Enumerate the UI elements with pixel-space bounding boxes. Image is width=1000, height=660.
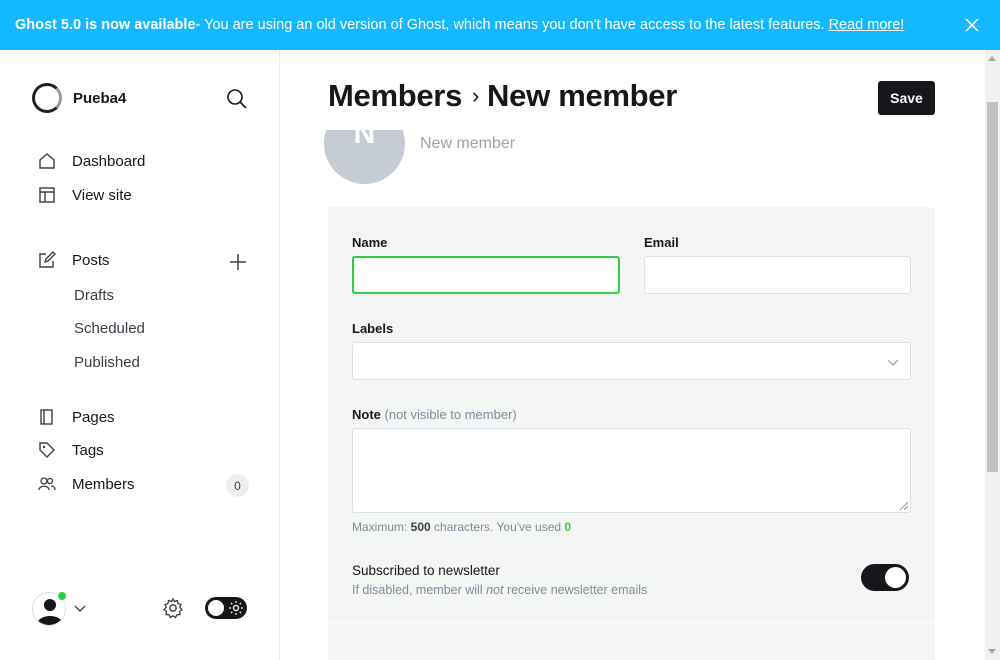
breadcrumb-current: New member bbox=[487, 78, 678, 113]
labels-label: Labels bbox=[352, 321, 394, 336]
tag-icon bbox=[39, 442, 55, 458]
member-display-name: New member bbox=[420, 135, 516, 152]
member-form: Name Email Labels Note (not visible to m… bbox=[328, 207, 935, 627]
scroll-up-arrow[interactable] bbox=[988, 56, 996, 61]
note-label: Note (not visible to member) bbox=[352, 407, 517, 422]
note-label-text: Note bbox=[352, 407, 381, 422]
sidebar-item-drafts[interactable]: Drafts bbox=[74, 287, 114, 304]
newsletter-desc-part1: If disabled, member will bbox=[352, 583, 487, 597]
labels-select[interactable] bbox=[352, 342, 911, 380]
members-count-badge: 0 bbox=[226, 474, 249, 497]
chevron-down-icon[interactable] bbox=[73, 601, 87, 615]
sidebar-item-label: Members bbox=[72, 475, 135, 493]
sidebar-item-members[interactable]: Members bbox=[38, 475, 135, 493]
name-label: Name bbox=[352, 235, 388, 250]
toggle-knob bbox=[208, 600, 224, 616]
newsletter-desc-emphasis: not bbox=[486, 583, 504, 597]
gear-icon[interactable] bbox=[162, 597, 184, 619]
site-brand[interactable]: Pueba4 bbox=[32, 83, 126, 113]
page-title: Members › New member bbox=[328, 78, 677, 114]
sidebar-item-label: Pages bbox=[72, 408, 115, 426]
dark-mode-toggle[interactable] bbox=[205, 597, 247, 619]
sidebar-item-label: Dashboard bbox=[72, 152, 146, 170]
scrollbar[interactable] bbox=[985, 50, 1000, 660]
sun-icon bbox=[229, 601, 243, 615]
note-textarea[interactable] bbox=[352, 428, 911, 513]
upgrade-banner: Ghost 5.0 is now available - You are usi… bbox=[0, 0, 1000, 50]
resize-handle-icon[interactable] bbox=[900, 502, 908, 510]
sidebar-item-posts[interactable]: Posts bbox=[38, 251, 110, 269]
banner-headline: Ghost 5.0 is now available bbox=[15, 17, 196, 33]
site-name: Pueba4 bbox=[73, 89, 127, 107]
newsletter-title: Subscribed to newsletter bbox=[352, 563, 500, 578]
members-icon bbox=[38, 477, 56, 491]
note-character-hint: Maximum: 500 characters. You've used 0 bbox=[352, 520, 571, 534]
toggle-knob bbox=[885, 567, 906, 588]
name-field[interactable] bbox=[352, 256, 620, 294]
hint-used: 0 bbox=[564, 520, 572, 534]
email-label: Email bbox=[644, 235, 679, 250]
scrollbar-thumb[interactable] bbox=[987, 102, 998, 472]
sidebar: Pueba4 Dashboard View site Posts Drafts … bbox=[0, 50, 280, 660]
sidebar-item-tags[interactable]: Tags bbox=[38, 441, 104, 459]
banner-message: - You are using an old version of Ghost,… bbox=[195, 17, 825, 33]
sidebar-item-published[interactable]: Published bbox=[74, 354, 140, 371]
newsletter-toggle[interactable] bbox=[861, 564, 909, 591]
edit-icon bbox=[39, 251, 56, 268]
main-content: N New member Members › New member Save N… bbox=[280, 50, 985, 660]
page-header: Members › New member Save bbox=[280, 50, 985, 130]
scroll-down-arrow[interactable] bbox=[988, 649, 996, 654]
newsletter-description: If disabled, member will not receive new… bbox=[352, 583, 647, 597]
sidebar-item-view-site[interactable]: View site bbox=[38, 186, 132, 204]
hint-prefix: Maximum: bbox=[352, 520, 411, 534]
sidebar-item-label: Tags bbox=[72, 441, 104, 459]
hint-max: 500 bbox=[410, 520, 431, 534]
home-icon bbox=[39, 153, 55, 169]
breadcrumb-separator: › bbox=[472, 83, 480, 108]
chevron-down-icon bbox=[887, 359, 899, 366]
save-button[interactable]: Save bbox=[878, 81, 935, 115]
layout-icon bbox=[39, 187, 55, 203]
add-post-icon[interactable] bbox=[228, 252, 248, 272]
sidebar-item-dashboard[interactable]: Dashboard bbox=[38, 152, 145, 170]
site-logo bbox=[32, 83, 62, 113]
breadcrumb-members[interactable]: Members bbox=[328, 78, 462, 114]
sidebar-item-pages[interactable]: Pages bbox=[38, 408, 115, 426]
close-icon[interactable] bbox=[962, 15, 982, 35]
sidebar-item-label: View site bbox=[72, 186, 132, 204]
online-status-dot bbox=[57, 591, 67, 601]
sidebar-item-label: Posts bbox=[72, 251, 110, 269]
sidebar-item-scheduled[interactable]: Scheduled bbox=[74, 320, 145, 337]
page-icon bbox=[40, 409, 53, 425]
search-icon[interactable] bbox=[226, 88, 248, 110]
newsletter-desc-part2: receive newsletter emails bbox=[503, 583, 648, 597]
note-label-sub: (not visible to member) bbox=[384, 407, 517, 422]
hint-middle: characters. You've used bbox=[430, 520, 565, 534]
banner-read-more-link[interactable]: Read more! bbox=[829, 17, 905, 33]
form-section-next bbox=[328, 622, 935, 660]
email-field[interactable] bbox=[644, 256, 911, 294]
